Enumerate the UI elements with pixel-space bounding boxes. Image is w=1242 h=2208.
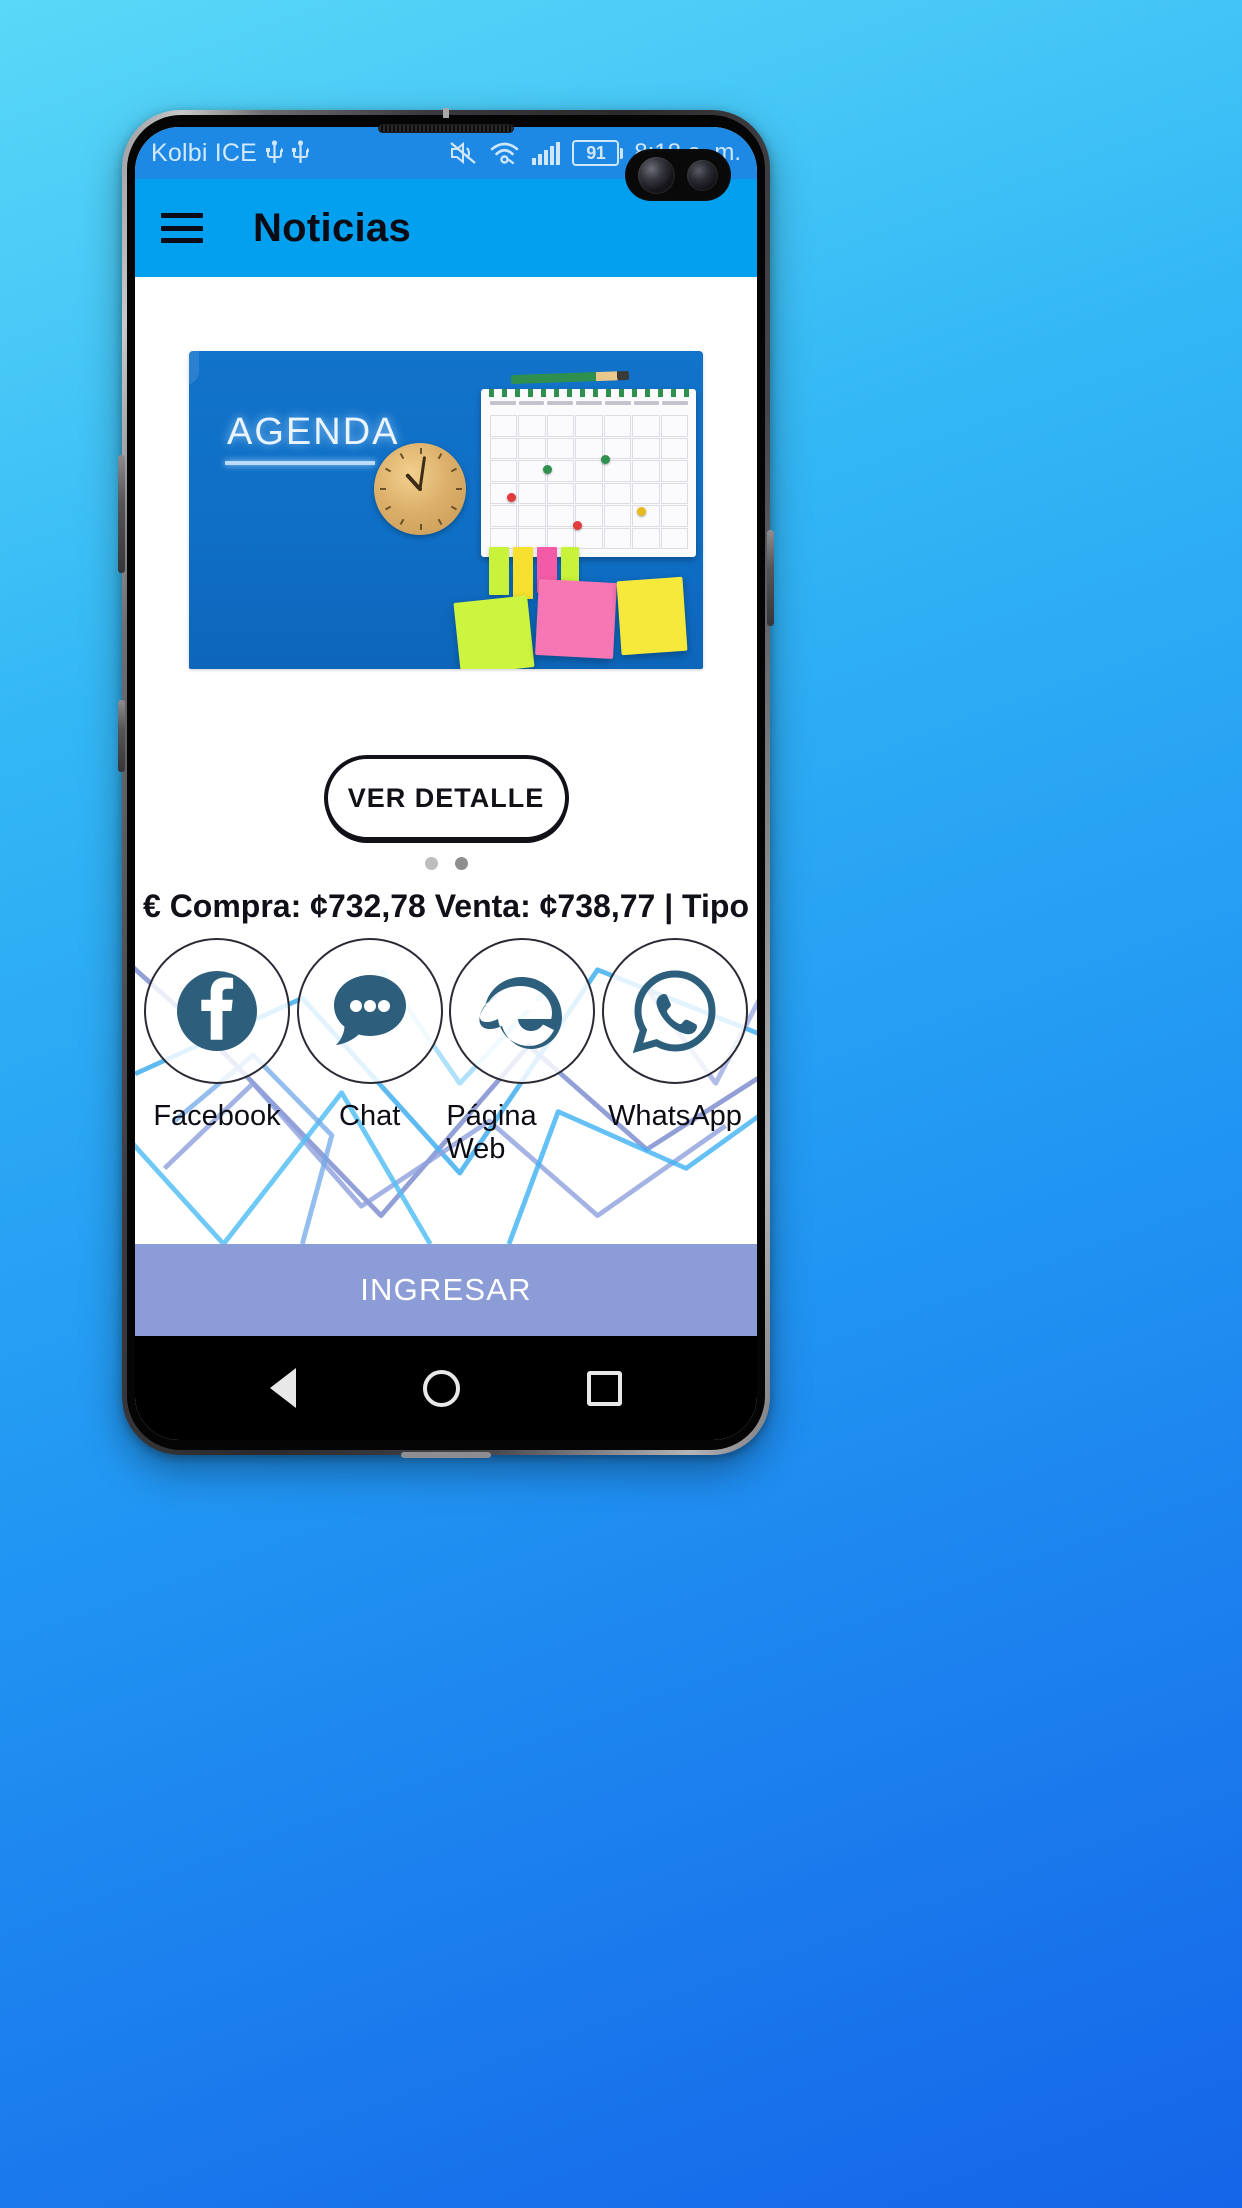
clock-illustration-icon (374, 443, 466, 535)
news-carousel[interactable]: AGENDA (135, 277, 757, 669)
bottom-speaker-slit (401, 1452, 491, 1458)
carousel-banner-agenda[interactable]: AGENDA (189, 351, 703, 669)
ver-detalle-button[interactable]: VER DETALLE (323, 755, 569, 841)
frame-seam (443, 108, 449, 118)
page-title: Noticias (253, 205, 412, 250)
banner-label: AGENDA (227, 411, 400, 453)
hamburger-menu-icon[interactable] (161, 213, 203, 243)
sticky-note (535, 579, 617, 659)
circle-home-icon[interactable] (422, 1369, 460, 1407)
social-item-pagina-web[interactable]: Página Web (446, 938, 598, 1166)
social-label: Chat (339, 1100, 401, 1132)
phone-screen: Kolbi ICE 91 m. Noticias AGENDA VER DETA… (135, 127, 757, 1440)
android-navigation-bar (135, 1336, 757, 1440)
social-circle[interactable] (144, 938, 290, 1084)
wifi-icon (490, 142, 519, 165)
internet-explorer-icon (479, 977, 563, 1049)
status-bar-left: Kolbi ICE (151, 138, 310, 168)
chat-bubble-icon (333, 975, 406, 1045)
earpiece-speaker-icon (378, 124, 514, 133)
camera-lens-secondary-icon (687, 159, 718, 191)
page-flag (489, 547, 509, 595)
usb-icon (266, 140, 284, 163)
mute-icon (450, 141, 477, 165)
social-circle[interactable] (296, 938, 443, 1084)
sticky-note (453, 595, 535, 669)
volume-button[interactable] (118, 455, 125, 573)
battery-tip (620, 147, 624, 159)
social-item-whatsapp[interactable]: WhatsApp (599, 938, 751, 1166)
carousel-pagination[interactable] (135, 857, 757, 870)
banner-label-underline (225, 461, 375, 465)
phone-bezel: Kolbi ICE 91 m. Noticias AGENDA VER DETA… (127, 115, 765, 1450)
sticky-note (616, 576, 688, 656)
carousel-dot-active[interactable] (454, 857, 468, 870)
main-content: AGENDA VER DETALLE € Compra: ¢732,78 Ven… (135, 277, 757, 1336)
pencil-illustration-icon (510, 370, 630, 385)
social-icon-row: Facebook Chat Página Web WhatsApp (135, 932, 757, 1166)
ingresar-button[interactable]: INGRESAR (135, 1244, 757, 1336)
calendar-illustration-icon (481, 389, 696, 557)
page-flag (513, 547, 533, 599)
social-item-facebook[interactable]: Facebook (141, 938, 293, 1166)
punch-hole-camera (625, 149, 731, 201)
power-button[interactable] (767, 530, 774, 626)
triangle-back-icon[interactable] (270, 1368, 297, 1408)
social-circle[interactable] (601, 938, 748, 1084)
social-links-section: Facebook Chat Página Web WhatsApp (135, 932, 757, 1244)
camera-lens-main-icon (638, 156, 675, 194)
carousel-dot[interactable] (424, 857, 438, 870)
social-circle[interactable] (449, 938, 596, 1084)
social-label: Página Web (446, 1100, 537, 1165)
battery-icon: 91 (572, 140, 624, 166)
facebook-icon (177, 971, 257, 1051)
square-recents-icon[interactable] (586, 1370, 622, 1406)
phone-mockup: Kolbi ICE 91 m. Noticias AGENDA VER DETA… (118, 108, 774, 1458)
detail-button-wrap: VER DETALLE (135, 755, 757, 841)
battery-level-label: 91 (572, 140, 620, 166)
whatsapp-icon (632, 970, 716, 1054)
signal-icon (532, 142, 561, 165)
social-item-chat[interactable]: Chat (294, 938, 446, 1166)
carrier-label: Kolbi ICE (151, 138, 258, 167)
exchange-rate-ticker: € Compra: ¢732,78 Venta: ¢738,77 | Tipo … (143, 887, 757, 924)
social-label: Facebook (153, 1100, 281, 1132)
usb-icon (292, 140, 310, 163)
assistant-button[interactable] (118, 700, 125, 772)
social-label: WhatsApp (608, 1100, 742, 1132)
